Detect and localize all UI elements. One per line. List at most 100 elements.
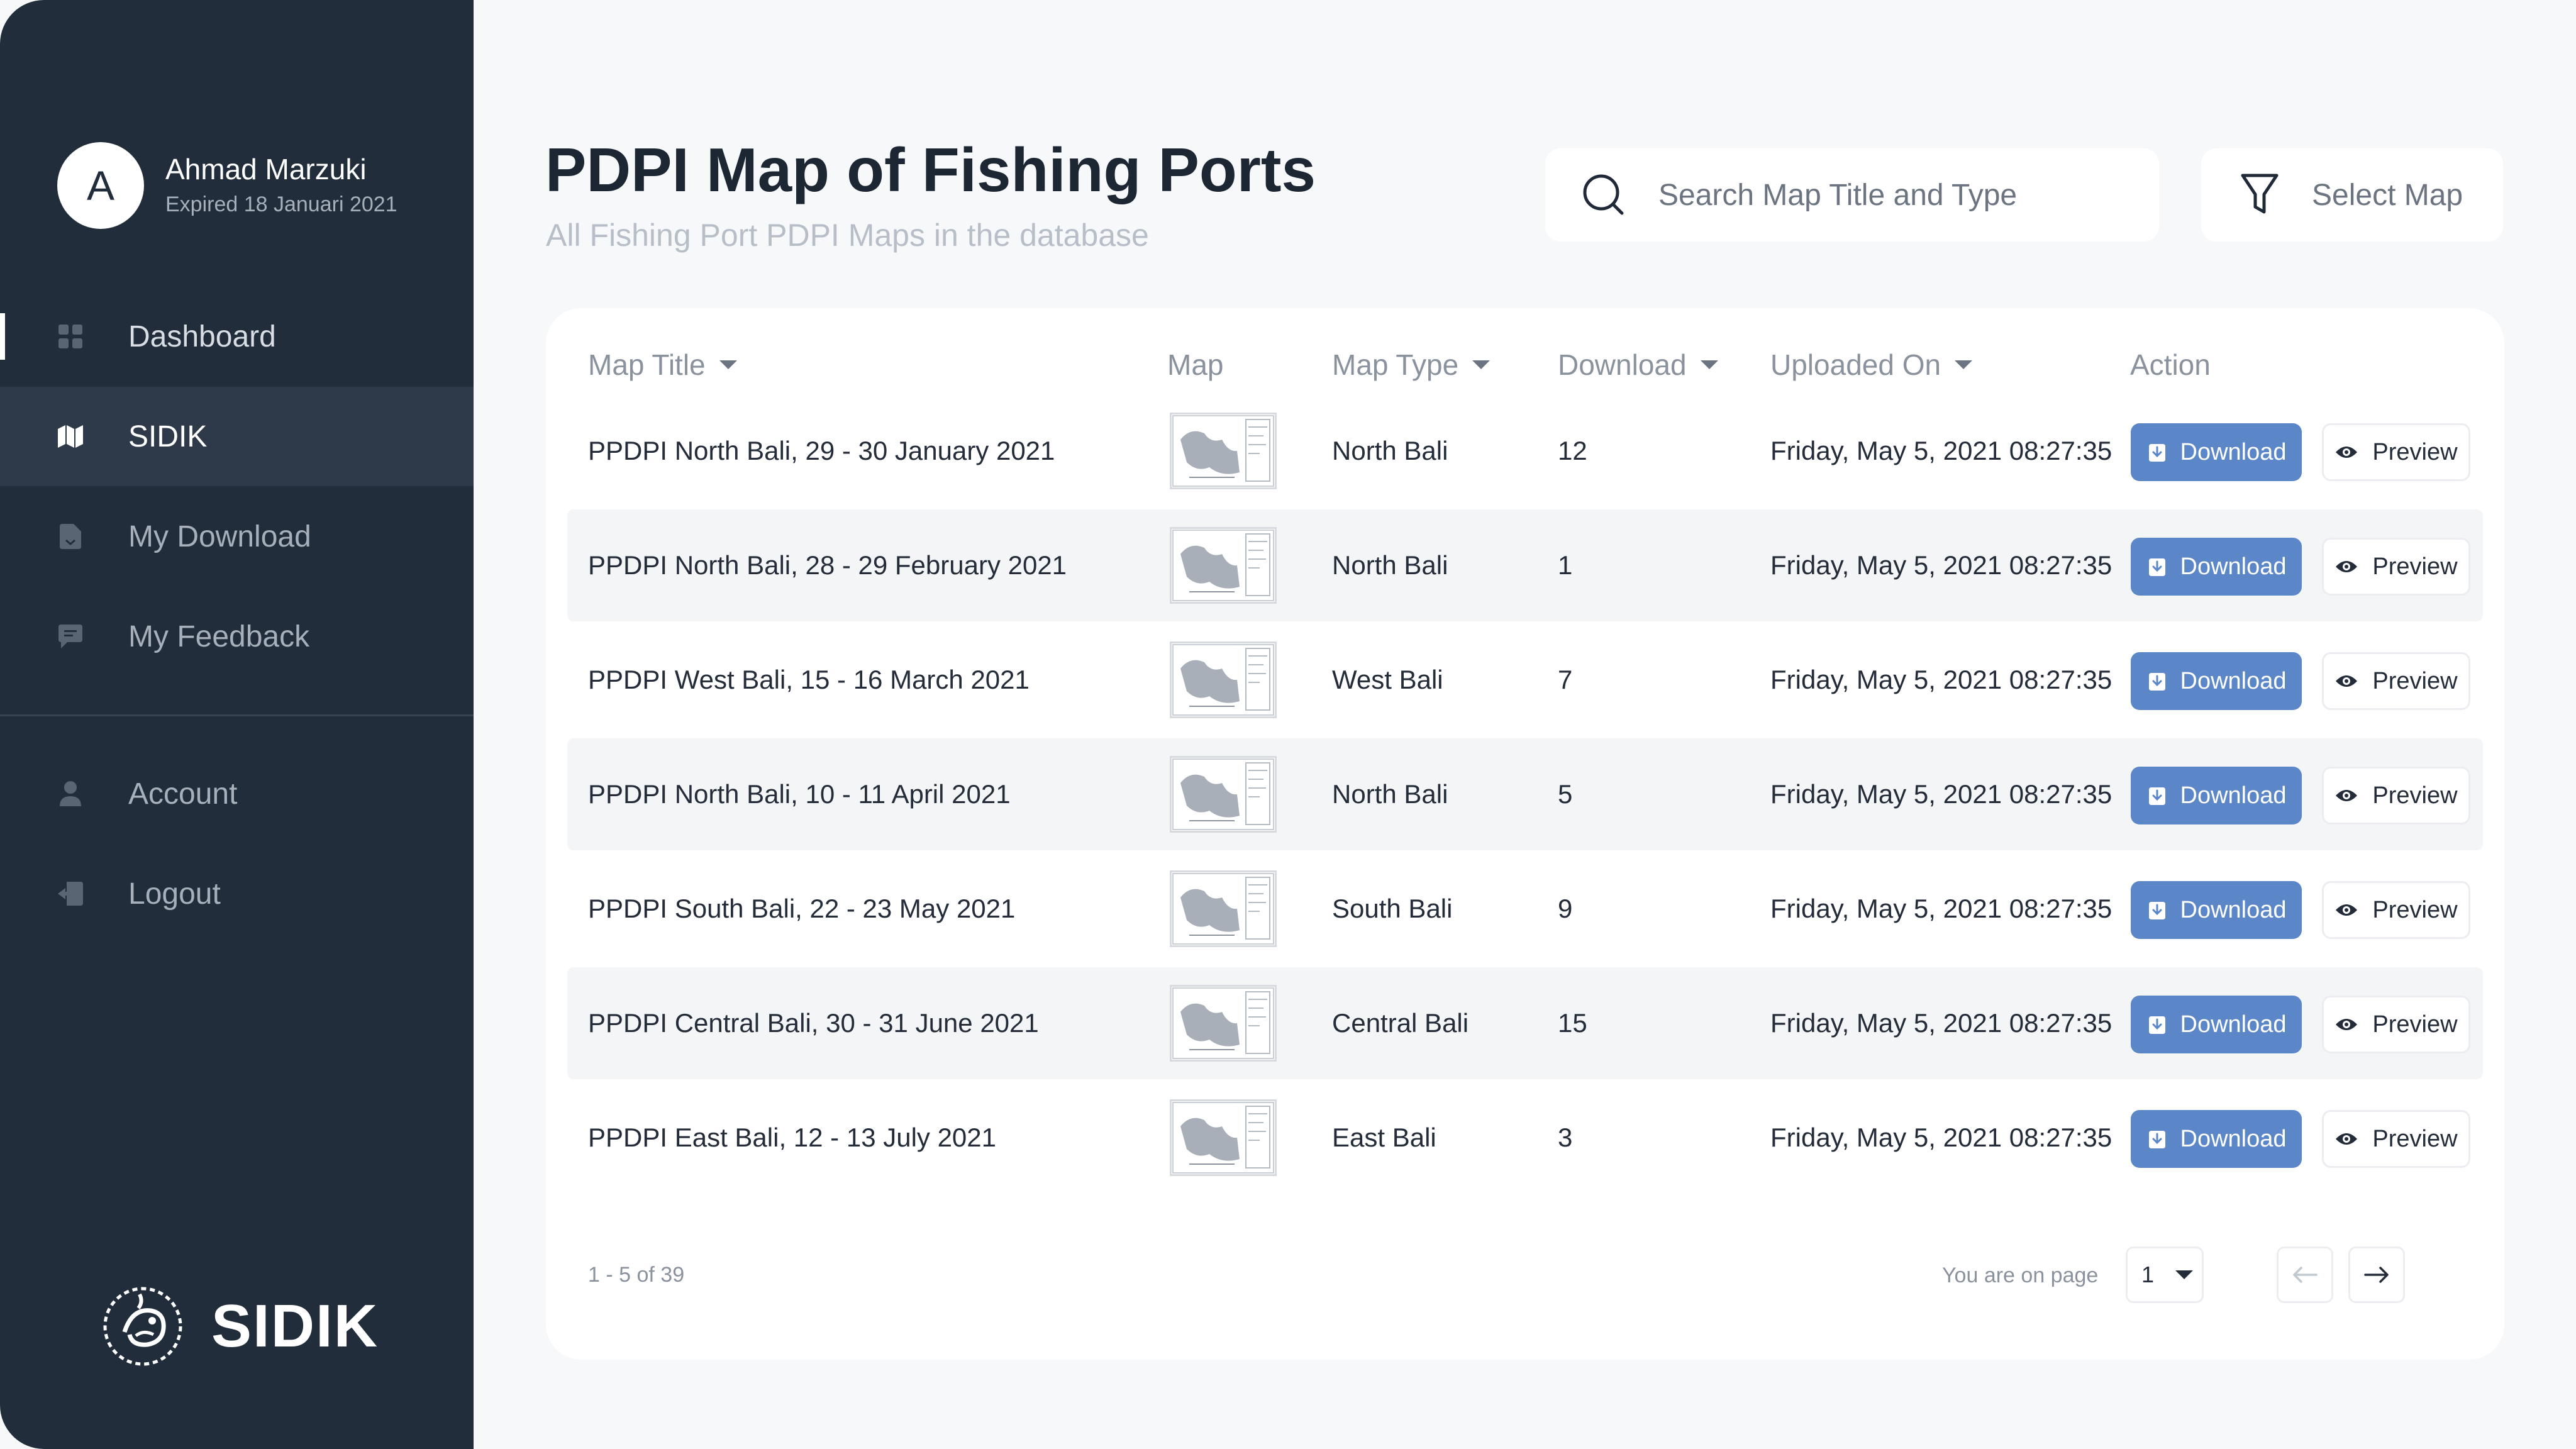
- sidebar-item-my-feedback[interactable]: My Feedback: [0, 587, 474, 686]
- eye-icon: [2334, 558, 2358, 575]
- arrow-right-icon: [2364, 1266, 2389, 1284]
- download-count: 1: [1558, 550, 1573, 580]
- map-title: PPDPI South Bali, 22 - 23 May 2021: [588, 894, 1016, 923]
- map-thumbnail[interactable]: [1170, 527, 1277, 604]
- map-type-cell: North Bali: [1332, 509, 1448, 621]
- preview-button[interactable]: Preview: [2322, 881, 2470, 939]
- preview-button[interactable]: Preview: [2322, 538, 2470, 596]
- download-button[interactable]: Download: [2131, 767, 2302, 824]
- map-thumbnail[interactable]: [1170, 641, 1277, 718]
- user-icon: [58, 781, 83, 806]
- sidebar-item-my-download[interactable]: My Download: [0, 487, 474, 586]
- sidebar-item-label: Account: [128, 777, 238, 811]
- nav-indicator: [0, 313, 5, 360]
- prev-page-button[interactable]: [2277, 1246, 2333, 1303]
- download-button[interactable]: Download: [2131, 652, 2302, 710]
- page-title: PDPI Map of Fishing Ports: [545, 135, 1316, 204]
- uploaded-on-cell: Friday, May 5, 2021 08:27:35: [1770, 853, 2112, 965]
- map-thumbnail-cell[interactable]: [1170, 509, 1277, 621]
- map-thumbnail[interactable]: [1170, 1099, 1277, 1176]
- download-icon: [2146, 1014, 2168, 1035]
- download-count-cell: 5: [1558, 738, 1572, 850]
- download-button[interactable]: Download: [2131, 881, 2302, 939]
- map-thumbnail[interactable]: [1170, 413, 1277, 489]
- map-thumbnail-cell[interactable]: [1170, 1082, 1277, 1194]
- map-title-cell: PPDPI East Bali, 12 - 13 July 2021: [588, 1082, 996, 1194]
- map-thumbnail[interactable]: [1170, 870, 1277, 947]
- map-title: PPDPI East Bali, 12 - 13 July 2021: [588, 1123, 997, 1152]
- preview-button[interactable]: Preview: [2322, 996, 2470, 1053]
- download-count: 9: [1558, 894, 1573, 923]
- preview-button-label: Preview: [2372, 553, 2458, 580]
- download-count: 12: [1558, 436, 1587, 465]
- column-header-label: Map: [1167, 348, 1224, 381]
- map-thumbnail-cell[interactable]: [1170, 853, 1277, 965]
- search-box[interactable]: [1545, 148, 2159, 242]
- preview-button[interactable]: Preview: [2322, 767, 2470, 824]
- download-icon: [2146, 670, 2168, 692]
- preview-button-label: Preview: [2372, 1125, 2458, 1152]
- page-select[interactable]: 1: [2126, 1246, 2204, 1303]
- sidebar-item-logout[interactable]: Logout: [0, 844, 474, 943]
- search-input[interactable]: [1658, 177, 2136, 213]
- download-count-cell: 7: [1558, 624, 1572, 736]
- document-icon: [58, 524, 83, 549]
- sort-caret-icon: [1955, 360, 1973, 369]
- download-button[interactable]: Download: [2131, 423, 2302, 481]
- sort-caret-icon: [719, 360, 737, 369]
- map-thumbnail-cell[interactable]: [1170, 967, 1277, 1079]
- map-title-cell: PPDPI North Bali, 28 - 29 February 2021: [588, 509, 1067, 621]
- map-thumbnail[interactable]: [1170, 756, 1277, 833]
- grid-icon: [58, 324, 83, 349]
- column-header-download[interactable]: Download: [1558, 345, 1718, 385]
- column-header-map-title[interactable]: Map Title: [588, 345, 737, 385]
- page-subtitle: All Fishing Port PDPI Maps in the databa…: [546, 218, 1149, 253]
- subscription-status: Expired 18 Januari 2021: [165, 192, 397, 216]
- table-row: PPDPI West Bali, 15 - 16 March 2021 West …: [567, 624, 2483, 736]
- preview-button-label: Preview: [2372, 438, 2458, 465]
- download-button[interactable]: Download: [2131, 996, 2302, 1053]
- select-map-button[interactable]: Select Map: [2201, 148, 2503, 242]
- download-count: 3: [1558, 1123, 1573, 1152]
- chat-icon: [58, 624, 83, 649]
- user-profile[interactable]: A Ahmad Marzuki Expired 18 Januari 2021: [57, 142, 397, 229]
- uploaded-on: Friday, May 5, 2021 08:27:35: [1770, 436, 2112, 465]
- next-page-button[interactable]: [2348, 1246, 2405, 1303]
- map-type: West Bali: [1332, 665, 1443, 694]
- download-icon: [2146, 441, 2168, 463]
- map-thumbnail-cell[interactable]: [1170, 395, 1277, 507]
- map-thumbnail-cell[interactable]: [1170, 624, 1277, 736]
- download-count: 5: [1558, 779, 1573, 809]
- uploaded-on-cell: Friday, May 5, 2021 08:27:35: [1770, 624, 2112, 736]
- map-thumbnail[interactable]: [1170, 985, 1277, 1062]
- download-button[interactable]: Download: [2131, 538, 2302, 596]
- column-header-action: Action: [2130, 345, 2211, 385]
- user-name: Ahmad Marzuki: [165, 153, 367, 186]
- map-icon: [58, 424, 83, 449]
- column-header-map-type[interactable]: Map Type: [1332, 345, 1491, 385]
- avatar[interactable]: A: [57, 142, 144, 229]
- map-thumbnail-cell[interactable]: [1170, 738, 1277, 850]
- uploaded-on: Friday, May 5, 2021 08:27:35: [1770, 1008, 2112, 1038]
- uploaded-on: Friday, May 5, 2021 08:27:35: [1770, 1123, 2112, 1152]
- download-button-label: Download: [2180, 1125, 2287, 1152]
- table-row: PPDPI South Bali, 22 - 23 May 2021 South …: [567, 853, 2483, 965]
- download-count-cell: 3: [1558, 1082, 1572, 1194]
- sidebar-item-sidik[interactable]: SIDIK: [0, 387, 474, 486]
- download-count-cell: 12: [1558, 395, 1587, 507]
- preview-button[interactable]: Preview: [2322, 1110, 2470, 1168]
- eye-icon: [2334, 901, 2358, 919]
- download-button-label: Download: [2180, 1011, 2287, 1038]
- profile-text: Ahmad Marzuki Expired 18 Januari 2021: [165, 152, 397, 219]
- download-count-cell: 15: [1558, 967, 1587, 1079]
- column-header-label: Download: [1558, 348, 1687, 381]
- column-header-uploaded-on[interactable]: Uploaded On: [1770, 345, 1973, 385]
- sidebar-item-account[interactable]: Account: [0, 744, 474, 843]
- download-button[interactable]: Download: [2131, 1110, 2302, 1168]
- select-map-label: Select Map: [2312, 178, 2463, 212]
- eye-icon: [2334, 672, 2358, 690]
- map-title: PPDPI North Bali, 29 - 30 January 2021: [588, 436, 1055, 465]
- sidebar-item-dashboard[interactable]: Dashboard: [0, 287, 474, 386]
- preview-button[interactable]: Preview: [2322, 652, 2470, 710]
- preview-button[interactable]: Preview: [2322, 423, 2470, 481]
